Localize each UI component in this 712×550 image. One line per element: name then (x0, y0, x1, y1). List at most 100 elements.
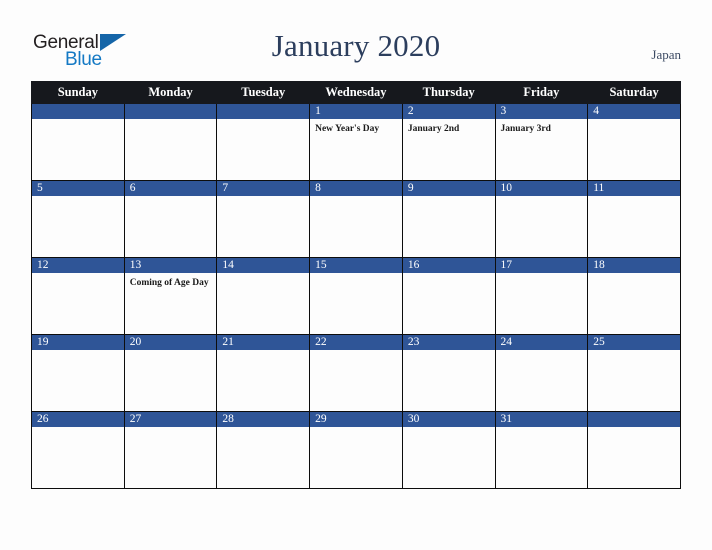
calendar-day-cell[interactable]: 5 (31, 180, 125, 258)
day-events (588, 273, 680, 277)
holiday-label: January 3rd (500, 124, 551, 134)
day-events: January 2nd (403, 119, 495, 135)
calendar-week-row: 19 20 21 22 23 24 25 (31, 334, 681, 412)
day-number: 8 (310, 181, 402, 196)
day-events (588, 427, 680, 431)
calendar-week-row: 12 13 Coming of Age Day 14 15 16 17 18 (31, 257, 681, 335)
day-number: 7 (217, 181, 310, 196)
day-events (496, 196, 588, 200)
calendar-day-cell[interactable]: 18 (587, 257, 681, 335)
day-number: 20 (124, 335, 217, 350)
calendar-day-cell[interactable]: 3 January 3rd (494, 103, 589, 181)
calendar-empty-cell[interactable] (587, 411, 681, 489)
calendar-day-cell[interactable]: 28 (216, 411, 311, 489)
day-events (217, 196, 309, 200)
day-events (496, 427, 588, 431)
day-number (217, 104, 310, 119)
calendar-week-row: 26 27 28 29 30 31 (31, 411, 681, 489)
day-events (310, 196, 402, 200)
day-number: 26 (32, 412, 124, 427)
calendar-day-cell[interactable]: 12 (31, 257, 125, 335)
calendar-day-cell[interactable]: 21 (216, 334, 311, 412)
calendar-day-cell[interactable]: 26 (31, 411, 125, 489)
day-number: 16 (402, 258, 495, 273)
weekday-header-row: Sunday Monday Tuesday Wednesday Thursday… (31, 81, 681, 104)
weekday-header-sunday: Sunday (31, 81, 125, 104)
calendar-day-cell[interactable]: 6 (123, 180, 218, 258)
calendar-empty-cell[interactable] (31, 103, 125, 181)
day-events (403, 273, 495, 277)
day-number: 22 (310, 335, 402, 350)
weekday-header-saturday: Saturday (587, 81, 681, 104)
day-events (217, 119, 309, 123)
day-events (403, 350, 495, 354)
day-events (310, 350, 402, 354)
weekday-header-wednesday: Wednesday (309, 81, 403, 104)
calendar-day-cell[interactable]: 7 (216, 180, 311, 258)
calendar-body: 1 New Year's Day 2 January 2nd 3 January 3rd 4… (31, 103, 681, 489)
calendar-day-cell[interactable]: 8 (309, 180, 403, 258)
calendar-grid: Sunday Monday Tuesday Wednesday Thursday… (31, 81, 681, 489)
day-events (32, 196, 124, 200)
calendar-day-cell[interactable]: 27 (123, 411, 218, 489)
day-number: 2 (402, 104, 495, 119)
day-events (125, 427, 217, 431)
day-number: 30 (402, 412, 495, 427)
day-number: 21 (217, 335, 310, 350)
day-number: 13 (124, 258, 217, 273)
day-events (125, 119, 217, 123)
day-events (32, 273, 124, 277)
calendar-day-cell[interactable]: 1 New Year's Day (309, 103, 403, 181)
calendar-day-cell[interactable]: 16 (401, 257, 496, 335)
weekday-header-monday: Monday (123, 81, 218, 104)
day-events (217, 273, 309, 277)
day-events (588, 350, 680, 354)
day-number: 12 (32, 258, 124, 273)
calendar-day-cell[interactable]: 19 (31, 334, 125, 412)
day-number: 9 (402, 181, 495, 196)
day-events (588, 119, 680, 123)
calendar-day-cell[interactable]: 20 (123, 334, 218, 412)
day-events (403, 196, 495, 200)
page-title: January 2020 (271, 28, 441, 63)
holiday-label: January 2nd (407, 124, 460, 134)
day-number: 10 (495, 181, 588, 196)
calendar-day-cell[interactable]: 13 Coming of Age Day (123, 257, 218, 335)
day-events: New Year's Day (310, 119, 402, 135)
day-number: 1 (310, 104, 402, 119)
calendar-day-cell[interactable]: 25 (587, 334, 681, 412)
day-number (32, 104, 124, 119)
calendar-day-cell[interactable]: 23 (401, 334, 496, 412)
calendar-day-cell[interactable]: 17 (494, 257, 589, 335)
calendar-empty-cell[interactable] (123, 103, 218, 181)
calendar-day-cell[interactable]: 30 (401, 411, 496, 489)
day-events (217, 350, 309, 354)
calendar-day-cell[interactable]: 24 (494, 334, 589, 412)
calendar-day-cell[interactable]: 4 (587, 103, 681, 181)
calendar-day-cell[interactable]: 15 (309, 257, 403, 335)
calendar-day-cell[interactable]: 9 (401, 180, 496, 258)
day-events (32, 350, 124, 354)
calendar-empty-cell[interactable] (216, 103, 311, 181)
calendar-day-cell[interactable]: 14 (216, 257, 311, 335)
calendar-day-cell[interactable]: 22 (309, 334, 403, 412)
day-events: Coming of Age Day (125, 273, 217, 289)
day-events (588, 196, 680, 200)
day-events (496, 273, 588, 277)
weekday-header-thursday: Thursday (401, 81, 496, 104)
day-number: 25 (588, 335, 680, 350)
calendar-day-cell[interactable]: 2 January 2nd (401, 103, 496, 181)
day-number: 11 (588, 181, 680, 196)
day-events (403, 427, 495, 431)
day-events (32, 119, 124, 123)
day-number: 5 (32, 181, 124, 196)
calendar-day-cell[interactable]: 31 (494, 411, 589, 489)
day-number: 19 (32, 335, 124, 350)
day-events: January 3rd (496, 119, 588, 135)
day-number: 3 (495, 104, 588, 119)
calendar-day-cell[interactable]: 29 (309, 411, 403, 489)
calendar-day-cell[interactable]: 10 (494, 180, 589, 258)
calendar-day-cell[interactable]: 11 (587, 180, 681, 258)
day-number: 23 (402, 335, 495, 350)
weekday-header-tuesday: Tuesday (216, 81, 311, 104)
